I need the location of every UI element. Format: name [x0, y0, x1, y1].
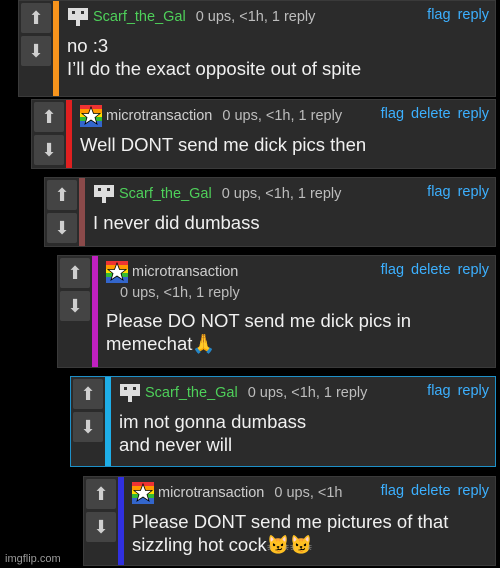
- comment-text: im not gonna dumbass and never will: [119, 411, 307, 455]
- username[interactable]: Scarf_the_Gal: [93, 9, 186, 25]
- comment: ⬆ ⬇ Scarf_the_Gal 0 ups, <1h, 1 reply fl…: [18, 0, 496, 97]
- flag-link[interactable]: flag: [427, 7, 450, 23]
- flag-link[interactable]: flag: [381, 483, 404, 499]
- vote-column: ⬆ ⬇: [45, 178, 79, 246]
- upvote-button[interactable]: ⬆: [60, 258, 90, 288]
- vote-column: ⬆ ⬇: [84, 477, 118, 565]
- vote-column: ⬆ ⬇: [19, 1, 53, 96]
- delete-link[interactable]: delete: [411, 106, 451, 122]
- downvote-button[interactable]: ⬇: [47, 213, 77, 243]
- comment-text: I never did dumbass: [93, 212, 260, 233]
- reply-link[interactable]: reply: [458, 262, 489, 278]
- flag-link[interactable]: flag: [381, 262, 404, 278]
- reply-link[interactable]: reply: [458, 184, 489, 200]
- comment-text: Please DO NOT send me dick pics in memec…: [106, 310, 412, 354]
- avatar-rainbow-star-icon[interactable]: [80, 105, 102, 127]
- comment-text: Please DONT send me pictures of that siz…: [132, 511, 449, 555]
- username[interactable]: Scarf_the_Gal: [145, 385, 238, 401]
- downvote-button[interactable]: ⬇: [21, 36, 51, 66]
- reply-link[interactable]: reply: [458, 7, 489, 23]
- reply-link[interactable]: reply: [458, 383, 489, 399]
- comment: ⬆ ⬇ microtransaction 0 ups, <1h, 1 reply…: [57, 255, 496, 368]
- comment: ⬆ ⬇ Scarf_the_Gal 0 ups, <1h, 1 reply fl…: [70, 376, 496, 467]
- avatar-robot-icon[interactable]: [119, 382, 141, 404]
- username[interactable]: microtransaction: [106, 108, 212, 124]
- username[interactable]: microtransaction: [132, 264, 238, 280]
- upvote-button[interactable]: ⬆: [34, 102, 64, 132]
- comment-meta: 0 ups, <1h, 1 reply: [195, 9, 316, 25]
- vote-column: ⬆ ⬇: [58, 256, 92, 367]
- upvote-button[interactable]: ⬆: [47, 180, 77, 210]
- watermark: imgflip.com: [5, 553, 61, 565]
- delete-link[interactable]: delete: [411, 262, 451, 278]
- avatar-robot-icon[interactable]: [67, 6, 89, 28]
- flag-link[interactable]: flag: [427, 184, 450, 200]
- comment-text: no :3 I’ll do the exact opposite out of …: [67, 35, 362, 79]
- reply-link[interactable]: reply: [458, 483, 489, 499]
- downvote-button[interactable]: ⬇: [60, 291, 90, 321]
- username[interactable]: microtransaction: [158, 485, 264, 501]
- avatar-rainbow-star-icon[interactable]: [132, 482, 154, 504]
- comment-meta: 0 ups, <1h, 1 reply: [221, 186, 342, 202]
- downvote-button[interactable]: ⬇: [34, 135, 64, 165]
- comment: ⬆ ⬇ microtransaction 0 ups, <1h, 1 reply…: [31, 99, 496, 169]
- comment-text: Well DONT send me dick pics then: [80, 134, 367, 155]
- comment-meta: 0 ups, <1h, 1 reply: [120, 285, 240, 301]
- username[interactable]: Scarf_the_Gal: [119, 186, 212, 202]
- vote-column: ⬆ ⬇: [32, 100, 66, 168]
- reply-link[interactable]: reply: [458, 106, 489, 122]
- downvote-button[interactable]: ⬇: [73, 412, 103, 442]
- flag-link[interactable]: flag: [381, 106, 404, 122]
- flag-link[interactable]: flag: [427, 383, 450, 399]
- comment: ⬆ ⬇ Scarf_the_Gal 0 ups, <1h, 1 reply fl…: [44, 177, 496, 247]
- upvote-button[interactable]: ⬆: [21, 3, 51, 33]
- comment-meta: 0 ups, <1h, 1 reply: [247, 385, 368, 401]
- avatar-rainbow-star-icon[interactable]: [106, 261, 128, 283]
- downvote-button[interactable]: ⬇: [86, 512, 116, 542]
- comment-meta: 0 ups, <1h: [274, 485, 343, 501]
- delete-link[interactable]: delete: [411, 483, 451, 499]
- comment-meta: 0 ups, <1h, 1 reply: [222, 108, 343, 124]
- upvote-button[interactable]: ⬆: [73, 379, 103, 409]
- comment: ⬆ ⬇ microtransaction 0 ups, <1h flag del…: [83, 476, 496, 566]
- avatar-robot-icon[interactable]: [93, 183, 115, 205]
- vote-column: ⬆ ⬇: [71, 377, 105, 466]
- upvote-button[interactable]: ⬆: [86, 479, 116, 509]
